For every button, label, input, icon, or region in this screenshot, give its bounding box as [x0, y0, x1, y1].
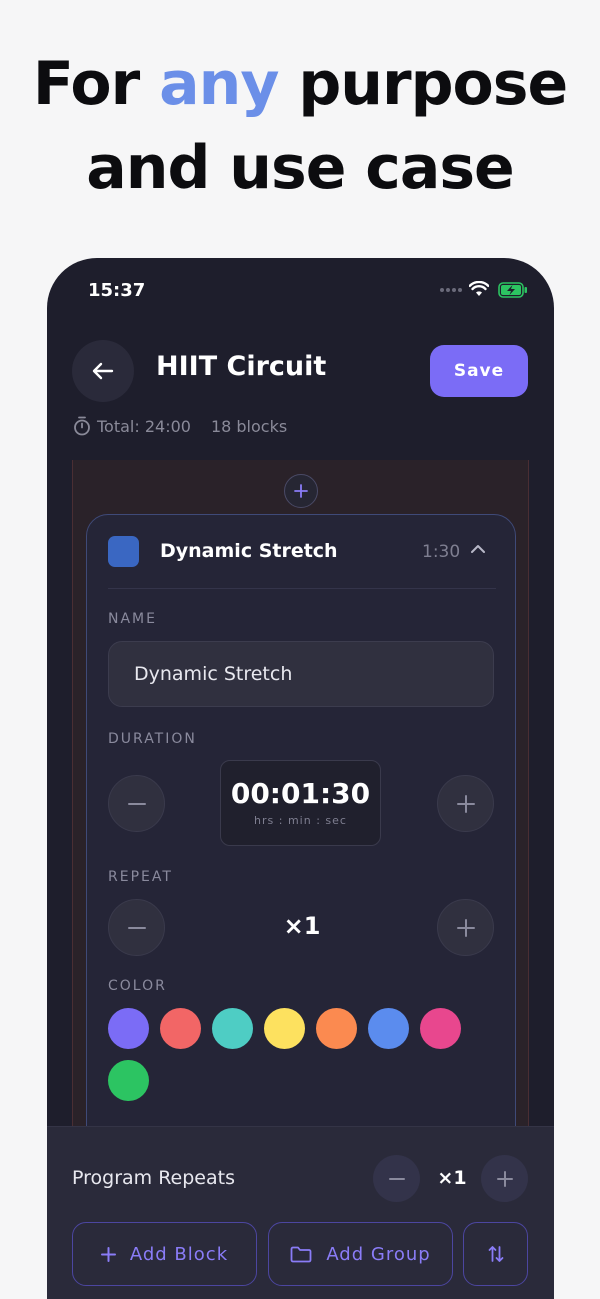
program-repeats-increment-button[interactable] — [481, 1155, 528, 1202]
duration-value: 00:01:30 — [230, 777, 371, 810]
program-repeats-value: ×1 — [437, 1167, 467, 1189]
bottom-panel: Program Repeats ×1 Add Block Add Group — [47, 1126, 554, 1299]
block-color-swatch — [108, 536, 139, 567]
color-option[interactable] — [108, 1060, 149, 1101]
add-block-label: Add Block — [129, 1243, 229, 1265]
block-card: Dynamic Stretch 1:30 NAME Dynamic Stretc… — [86, 514, 516, 1214]
add-group-label: Add Group — [326, 1243, 431, 1265]
program-repeats-label: Program Repeats — [72, 1167, 235, 1189]
battery-charging-icon — [498, 282, 527, 298]
headline-line-2: and use case — [86, 133, 515, 203]
color-label: COLOR — [108, 978, 167, 994]
name-label: NAME — [108, 611, 157, 627]
duration-increment-button[interactable] — [437, 775, 494, 832]
arrow-left-icon — [92, 362, 114, 380]
color-option[interactable] — [212, 1008, 253, 1049]
divider — [108, 588, 496, 589]
signal-icon — [440, 288, 462, 292]
color-option[interactable] — [160, 1008, 201, 1049]
block-duration: 1:30 — [422, 542, 461, 562]
color-option[interactable] — [108, 1008, 149, 1049]
wifi-icon — [469, 281, 489, 296]
block-count: 18 blocks — [210, 416, 288, 436]
workout-meta: Total: 24:00 18 blocks — [73, 416, 287, 436]
color-option[interactable] — [316, 1008, 357, 1049]
plus-icon — [294, 484, 308, 498]
status-time: 15:37 — [88, 280, 146, 301]
status-bar: 15:37 — [47, 278, 554, 304]
headline-line-1: For any purpose — [0, 42, 600, 126]
headline-prefix: For — [32, 49, 160, 119]
back-button[interactable] — [72, 340, 134, 402]
add-block-button[interactable]: Add Block — [72, 1222, 257, 1286]
block-title: Dynamic Stretch — [160, 540, 338, 562]
add-group-button[interactable]: Add Group — [268, 1222, 453, 1286]
program-repeats-decrement-button[interactable] — [373, 1155, 420, 1202]
plus-icon — [456, 794, 475, 813]
folder-icon — [290, 1246, 312, 1262]
stopwatch-icon — [74, 416, 90, 436]
plus-icon — [100, 1246, 116, 1262]
duration-unit: hrs : min : sec — [254, 814, 347, 827]
phone-screen: 15:37 HIIT Circuit Save Total: 24:00 18 — [47, 258, 554, 1299]
duration-display[interactable]: 00:01:30 hrs : min : sec — [220, 760, 381, 846]
page-title: HIIT Circuit — [156, 351, 327, 382]
block-list: Dynamic Stretch 1:30 NAME Dynamic Stretc… — [72, 460, 529, 1214]
reorder-button[interactable] — [463, 1222, 528, 1286]
color-option[interactable] — [368, 1008, 409, 1049]
sort-arrows-icon — [488, 1246, 503, 1262]
repeat-increment-button[interactable] — [437, 899, 494, 956]
plus-icon — [456, 918, 475, 937]
minus-icon — [388, 1177, 405, 1180]
minus-icon — [127, 926, 146, 929]
insert-block-button[interactable] — [284, 474, 318, 508]
name-input[interactable]: Dynamic Stretch — [108, 641, 494, 707]
duration-decrement-button[interactable] — [108, 775, 165, 832]
plus-icon — [496, 1170, 513, 1187]
save-button[interactable]: Save — [430, 345, 528, 397]
repeat-label: REPEAT — [108, 869, 173, 885]
headline-suffix: purpose — [278, 49, 568, 119]
color-option[interactable] — [264, 1008, 305, 1049]
headline-accent-word: any — [159, 49, 279, 119]
chevron-up-icon[interactable] — [471, 544, 485, 554]
color-option[interactable] — [420, 1008, 461, 1049]
total-time: Total: 24:00 — [97, 416, 191, 436]
duration-label: DURATION — [108, 731, 197, 747]
headline: For any purpose and use case — [0, 42, 600, 210]
minus-icon — [127, 802, 146, 805]
repeat-value: ×1 — [283, 912, 321, 940]
repeat-decrement-button[interactable] — [108, 899, 165, 956]
